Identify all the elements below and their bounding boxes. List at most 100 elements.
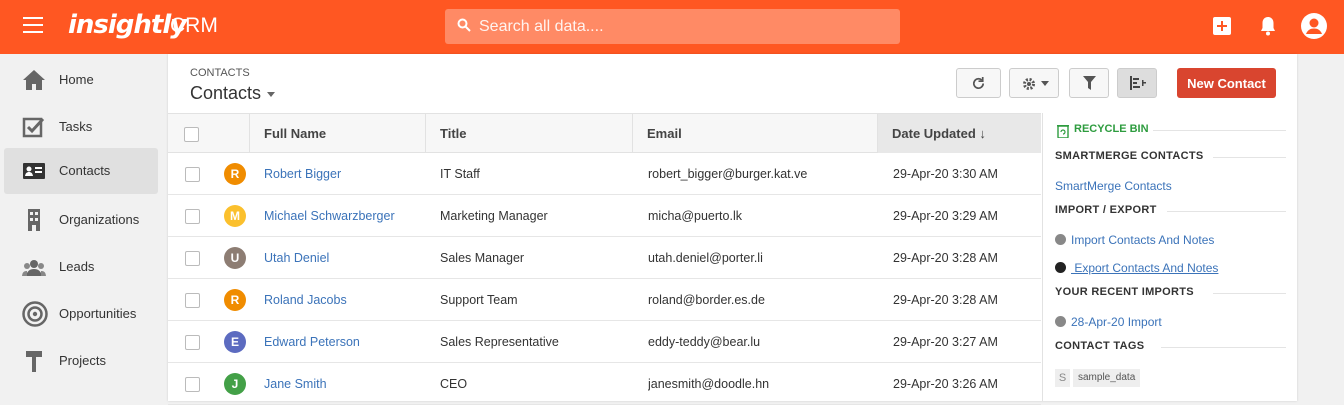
table-row[interactable]: E Edward Peterson Sales Representative eddy… <box>168 321 1041 363</box>
contact-name-link[interactable]: Robert Bigger <box>264 153 341 195</box>
top-bar: insightly CRM <box>0 0 1344 54</box>
new-contact-button[interactable]: New Contact <box>1177 68 1276 98</box>
filter-button[interactable] <box>1069 68 1109 98</box>
contact-date-updated: 29-Apr-20 3:26 AM <box>893 377 998 391</box>
home-icon <box>23 70 45 90</box>
column-header-email[interactable]: Email <box>633 114 878 153</box>
row-checkbox[interactable] <box>185 377 200 392</box>
organizations-icon <box>28 209 40 231</box>
arrow-right-icon <box>1055 234 1066 245</box>
contact-title: Sales Manager <box>440 251 525 265</box>
sidebar-item-tasks[interactable]: Tasks <box>4 104 158 150</box>
sidebar-item-contacts[interactable]: Contacts <box>4 148 158 194</box>
arrow-left-icon <box>1055 262 1066 273</box>
column-header-date-updated[interactable]: Date Updated ↓ <box>878 114 1041 153</box>
add-icon[interactable] <box>1210 14 1234 38</box>
sidebar-item-opportunities[interactable]: Opportunities <box>4 291 158 337</box>
layout-toggle-button[interactable] <box>1117 68 1157 98</box>
gear-icon <box>1023 78 1035 90</box>
arrow-right-icon <box>1055 316 1066 327</box>
contact-name-link[interactable]: Jane Smith <box>264 363 327 405</box>
sidebar-item-label: Tasks <box>59 119 93 134</box>
contacts-icon <box>23 163 45 179</box>
contact-email: robert_bigger@burger.kat.ve <box>648 167 808 181</box>
refresh-icon <box>973 76 985 89</box>
sidebar-item-organizations[interactable]: Organizations <box>4 197 158 243</box>
table-row[interactable]: J Jane Smith CEO janesmith@doodle.hn 29-Apr-… <box>168 363 1041 405</box>
projects-icon <box>26 351 42 372</box>
column-header-title[interactable]: Title <box>426 114 633 153</box>
row-checkbox[interactable] <box>185 335 200 350</box>
user-avatar-icon[interactable] <box>1300 12 1328 40</box>
global-search[interactable] <box>445 9 900 44</box>
leads-icon <box>22 260 46 276</box>
smartmerge-contacts-link[interactable]: SmartMerge Contacts <box>1055 179 1172 193</box>
page-title: Contacts <box>190 83 262 103</box>
table-header: Full Name Title Email Date Updated ↓ <box>168 113 1041 153</box>
avatar-column-header <box>208 114 250 153</box>
sidebar-item-label: Organizations <box>59 212 140 227</box>
notifications-bell-icon[interactable] <box>1256 14 1280 38</box>
table-row[interactable]: R Roland Jacobs Support Team roland@border.… <box>168 279 1041 321</box>
export-contacts-label: Export Contacts And Notes <box>1071 261 1219 275</box>
sidebar-item-projects[interactable]: Projects <box>4 338 158 384</box>
select-all-checkbox[interactable] <box>184 127 199 142</box>
import-contacts-link[interactable]: Import Contacts And Notes <box>1055 233 1214 247</box>
sidebar-item-home[interactable]: Home <box>4 57 158 103</box>
settings-dropdown-button[interactable] <box>1009 68 1059 98</box>
table-row[interactable]: M Michael Schwarzberger Marketing Manager m… <box>168 195 1041 237</box>
contact-name-link[interactable]: Edward Peterson <box>264 321 360 363</box>
tasks-icon <box>22 117 45 138</box>
sidebar-item-label: Contacts <box>59 163 111 178</box>
app-name: CRM <box>170 14 218 37</box>
chevron-down-icon <box>1041 81 1049 86</box>
contact-title: Support Team <box>440 293 518 307</box>
opportunities-icon <box>22 301 48 327</box>
row-checkbox[interactable] <box>185 209 200 224</box>
avatar: M <box>224 205 246 227</box>
view-selector[interactable]: Contacts <box>190 83 276 104</box>
contacts-main-panel: CONTACTS Contacts New Contact Full Name … <box>168 54 1297 405</box>
contact-name-link[interactable]: Michael Schwarzberger <box>264 195 395 237</box>
sidebar-item-label: Projects <box>59 353 106 368</box>
row-checkbox[interactable] <box>185 167 200 182</box>
sidebar-item-leads[interactable]: Leads <box>4 244 158 290</box>
contact-date-updated: 29-Apr-20 3:28 AM <box>893 293 998 307</box>
row-checkbox[interactable] <box>185 293 200 308</box>
row-checkbox[interactable] <box>185 251 200 266</box>
contact-email: roland@border.es.de <box>648 293 765 307</box>
table-row[interactable]: U Utah Deniel Sales Manager utah.deniel@por… <box>168 237 1041 279</box>
logo[interactable]: insightly <box>68 10 187 40</box>
menu-icon[interactable] <box>23 17 43 33</box>
filter-icon <box>1083 76 1096 90</box>
breadcrumb: CONTACTS <box>190 67 250 79</box>
avatar: U <box>224 247 246 269</box>
export-contacts-link[interactable]: Export Contacts And Notes <box>1055 261 1218 275</box>
divider <box>1161 347 1286 348</box>
search-input[interactable] <box>479 9 889 44</box>
contact-date-updated: 29-Apr-20 3:29 AM <box>893 209 998 223</box>
avatar: E <box>224 331 246 353</box>
table-row[interactable]: R Robert Bigger IT Staff robert_bigger@burg… <box>168 153 1041 195</box>
tag-sample-data[interactable]: sample_data <box>1073 369 1141 387</box>
recent-import-link[interactable]: 28-Apr-20 Import <box>1055 315 1162 329</box>
contact-email: micha@puerto.lk <box>648 209 742 223</box>
contact-name-link[interactable]: Utah Deniel <box>264 237 329 279</box>
divider <box>1213 293 1286 294</box>
recycle-bin-link[interactable]: RECYCLE BIN <box>1074 123 1149 135</box>
recent-import-label: 28-Apr-20 Import <box>1071 315 1162 329</box>
search-icon <box>457 18 471 32</box>
contact-name-link[interactable]: Roland Jacobs <box>264 279 347 321</box>
column-header-full-name[interactable]: Full Name <box>250 114 426 153</box>
contact-tags-heading: CONTACT TAGS <box>1055 340 1145 352</box>
avatar: J <box>224 373 246 395</box>
avatar: R <box>224 289 246 311</box>
contact-title: Marketing Manager <box>440 209 548 223</box>
right-panel: RECYCLE BIN SMARTMERGE CONTACTS SmartMer… <box>1042 113 1297 401</box>
contact-title: Sales Representative <box>440 335 559 349</box>
refresh-button[interactable] <box>956 68 1001 98</box>
contact-title: IT Staff <box>440 167 480 181</box>
recycle-bin-icon <box>1057 125 1069 138</box>
divider <box>1213 157 1286 158</box>
contact-date-updated: 29-Apr-20 3:30 AM <box>893 167 998 181</box>
